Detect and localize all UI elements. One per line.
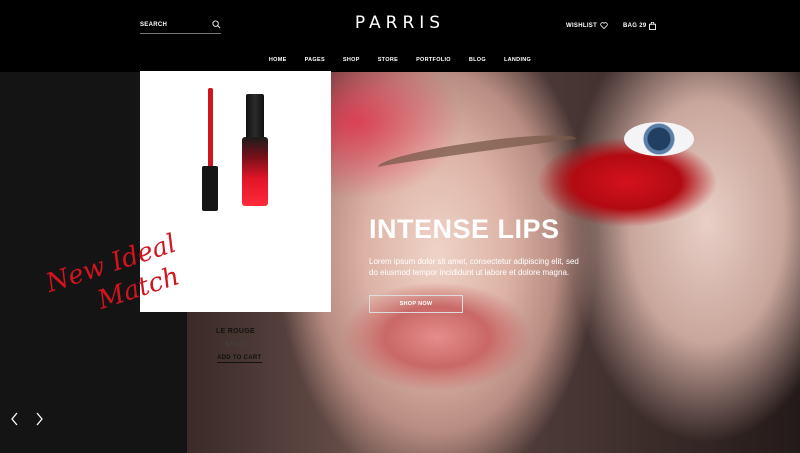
nav-item-shop[interactable]: SHOP	[334, 57, 369, 63]
lip-gloss-wand-image	[202, 88, 218, 211]
nav-item-blog[interactable]: BLOG	[460, 57, 495, 63]
add-to-cart-button[interactable]: ADD TO CART	[217, 355, 262, 363]
hero-headline: INTENSE LIPS	[369, 214, 560, 244]
hero-description: Lorem ipsum dolor sit amet, consectetur …	[369, 257, 579, 277]
bag-label: BAG 29	[623, 23, 647, 29]
nav-item-store[interactable]: STORE	[369, 57, 407, 63]
site-header: SEARCH PARRIS WISHLIST BAG 29 HOME PAGES…	[0, 0, 800, 72]
nav-item-pages[interactable]: PAGES	[296, 57, 334, 63]
wishlist-link[interactable]: WISHLIST	[566, 22, 608, 29]
nav-item-landing[interactable]: LANDING	[495, 57, 540, 63]
chevron-left-icon[interactable]	[11, 412, 19, 426]
wishlist-label: WISHLIST	[566, 22, 598, 29]
nav-item-portfolio[interactable]: PORTFOLIO	[407, 57, 460, 63]
bag-link[interactable]: BAG 29	[623, 22, 657, 30]
shop-now-button[interactable]: SHOP NOW	[369, 295, 463, 313]
nav-item-home[interactable]: HOME	[260, 57, 296, 63]
chevron-right-icon[interactable]	[35, 412, 43, 426]
eyebrow-shape	[376, 128, 578, 178]
main-nav: HOME PAGES SHOP STORE PORTFOLIO BLOG LAN…	[0, 57, 800, 63]
product-name[interactable]: LE ROUGE	[140, 328, 331, 335]
script-tagline: New Ideal Match	[41, 230, 183, 310]
product-price: $35.00	[225, 341, 246, 348]
eye-shape	[624, 122, 694, 156]
site-logo[interactable]: PARRIS	[0, 13, 800, 33]
heart-icon	[600, 22, 608, 29]
bag-icon	[649, 22, 657, 30]
lip-gloss-tube-image	[242, 94, 268, 206]
